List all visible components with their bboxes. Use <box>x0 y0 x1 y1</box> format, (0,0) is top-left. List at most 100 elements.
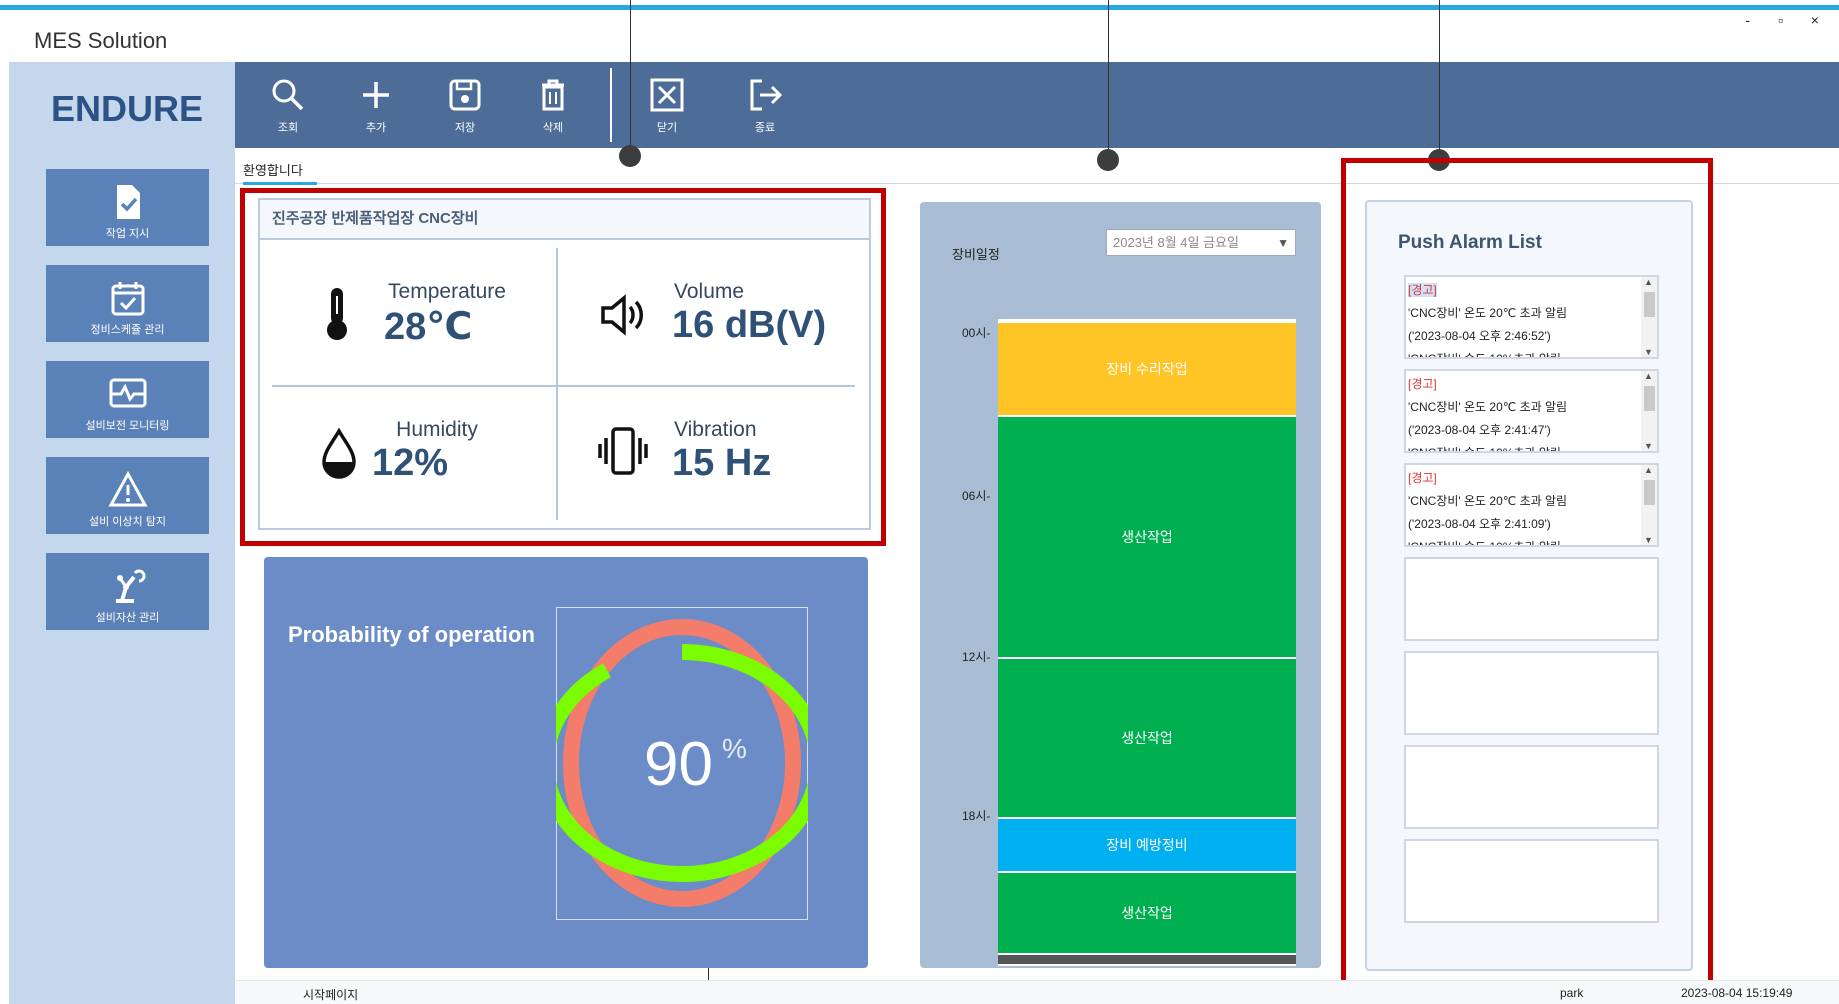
window-top-accent <box>0 5 1839 10</box>
alarm-item-empty[interactable] <box>1404 839 1659 923</box>
hour-label: 00시- <box>962 326 991 340</box>
sidebar-item-work-order[interactable]: 작업 지시 <box>46 169 209 246</box>
temperature-metric: Temperature 28℃ <box>372 280 522 349</box>
vibration-label: Vibration <box>674 418 757 441</box>
status-user: park <box>1560 986 1584 1000</box>
probability-title: Probability of operation <box>288 622 535 647</box>
warning-triangle-icon <box>107 470 148 507</box>
alarm-line: ('2023-08-04 오후 2:41:47') <box>1408 423 1551 437</box>
schedule-block-label: 생산작업 <box>1121 730 1173 746</box>
sidebar-item-label: 정비스케쥴 관리 <box>90 324 165 336</box>
scrollbar[interactable]: ▲ ▼ <box>1641 277 1657 357</box>
temperature-label: Temperature <box>388 280 506 303</box>
delete-button[interactable]: 삭제 <box>523 78 583 135</box>
calendar-check-icon <box>111 282 144 316</box>
volume-label: Volume <box>674 280 745 303</box>
exit-icon <box>750 79 783 111</box>
alarm-item-empty[interactable] <box>1404 651 1659 735</box>
alarm-item-empty[interactable] <box>1404 557 1659 641</box>
scroll-thumb[interactable] <box>1644 386 1655 411</box>
schedule-panel: 장비일정 2023년 8월 4일 금요일 ▼ 00시- 06시- 12시- 18… <box>920 202 1321 968</box>
scrollbar[interactable]: ▲ ▼ <box>1641 465 1657 545</box>
sensor-card-title: 진주공장 반제품작업장 CNC장비 <box>260 200 869 240</box>
close-button[interactable]: 닫기 <box>637 78 697 135</box>
alarm-text: [경고] 'CNC장비' 온도 20℃ 초과 알림 ('2023-08-04 오… <box>1406 277 1657 357</box>
schedule-block[interactable]: 장비 예방정비 <box>998 819 1296 871</box>
exit-button[interactable]: 종료 <box>735 78 795 135</box>
add-button[interactable]: 추가 <box>346 78 406 135</box>
sensor-card: 진주공장 반제품작업장 CNC장비 Temperature 28℃ Volume… <box>258 198 871 530</box>
hour-label: 06시- <box>962 489 991 503</box>
scrollbar[interactable]: ▲ ▼ <box>1641 371 1657 451</box>
status-bar: 시작페이지 park 2023-08-04 15:19:49 <box>235 980 1839 1004</box>
search-icon <box>272 79 304 111</box>
alarm-line: ('2023-08-04 오후 2:41:09') <box>1408 517 1551 531</box>
humidity-value: 12% <box>372 442 449 484</box>
exit-button-label: 종료 <box>754 122 776 134</box>
sidebar-item-label: 설비보전 모니터링 <box>85 420 170 432</box>
volume-metric: Volume 16 dB(V) <box>672 280 842 347</box>
callout-line <box>1439 0 1440 160</box>
schedule-block[interactable]: 생산작업 <box>998 873 1296 953</box>
trash-icon <box>542 79 564 111</box>
alarm-title: Push Alarm List <box>1398 232 1542 253</box>
sidebar-item-anomaly-detection[interactable]: 설비 이상치 탐지 <box>46 457 209 534</box>
alarm-panel: Push Alarm List [경고] 'CNC장비' 온도 20℃ 초과 알… <box>1365 200 1693 971</box>
status-time: 2023-08-04 15:19:49 <box>1681 986 1793 1000</box>
sidebar-item-maintenance-schedule[interactable]: 정비스케쥴 관리 <box>46 265 209 342</box>
chevron-up-icon: ▲ <box>1644 371 1653 381</box>
save-button[interactable]: 저장 <box>435 78 495 135</box>
sidebar-item-label: 작업 지시 <box>105 228 150 240</box>
scroll-thumb[interactable] <box>1644 292 1655 317</box>
sidebar-item-monitoring[interactable]: 설비보전 모니터링 <box>46 361 209 438</box>
sidebar-item-label: 설비자산 관리 <box>95 612 160 624</box>
alarm-item[interactable]: [경고] 'CNC장비' 온도 20℃ 초과 알림 ('2023-08-04 오… <box>1404 369 1659 453</box>
search-button-label: 조회 <box>277 122 299 134</box>
schedule-block[interactable]: 생산작업 <box>998 417 1296 657</box>
humidity-metric: Humidity 12% <box>372 418 502 485</box>
plus-icon <box>363 82 389 108</box>
alarm-item[interactable]: [경고] 'CNC장비' 온도 20℃ 초과 알림 ('2023-08-04 오… <box>1404 463 1659 547</box>
schedule-block-label: 생산작업 <box>1121 529 1173 545</box>
tab-welcome[interactable]: 환영합니다 <box>243 160 303 179</box>
callout-dot <box>619 145 641 167</box>
date-select[interactable]: 2023년 8월 4일 금요일 ▼ <box>1106 229 1296 256</box>
water-drop-icon <box>322 428 356 479</box>
alarm-item[interactable]: [경고] 'CNC장비' 온도 20℃ 초과 알림 ('2023-08-04 오… <box>1404 275 1659 359</box>
hour-label: 18시- <box>962 809 991 823</box>
alarm-tag: [경고] <box>1408 377 1437 391</box>
status-start-page[interactable]: 시작페이지 <box>303 986 358 1003</box>
toolbar: 조회 추가 저장 삭제 닫기 종료 <box>235 62 1839 148</box>
schedule-block[interactable]: 생산작업 <box>998 659 1296 817</box>
sidebar-item-label: 설비 이상치 탐지 <box>89 516 166 528</box>
schedule-block[interactable]: 장비 수리작업 <box>998 323 1296 415</box>
save-button-label: 저장 <box>454 122 476 134</box>
alarm-tag: [경고] <box>1408 471 1437 485</box>
schedule-block-label: 장비 예방정비 <box>1106 837 1188 853</box>
alarm-line: 'CNC장비' 온도 20℃ 초과 알림 <box>1408 400 1568 414</box>
window-controls[interactable]: - ▫ × <box>1745 12 1831 28</box>
sidebar-item-asset-management[interactable]: 설비자산 관리 <box>46 553 209 630</box>
add-button-label: 추가 <box>365 122 387 134</box>
callout-line <box>630 0 631 156</box>
close-box-icon <box>650 78 684 112</box>
chevron-up-icon: ▲ <box>1644 277 1653 287</box>
scroll-thumb[interactable] <box>1644 480 1655 505</box>
volume-value: 16 dB(V) <box>672 304 827 346</box>
app-logo: ENDURE <box>50 88 203 129</box>
schedule-block-label: 장비 수리작업 <box>1106 361 1188 377</box>
chevron-down-icon: ▼ <box>1644 441 1653 451</box>
alarm-item-empty[interactable] <box>1404 745 1659 829</box>
alarm-text: [경고] 'CNC장비' 온도 20℃ 초과 알림 ('2023-08-04 오… <box>1406 465 1657 545</box>
alarm-line: 'CNC장비' 온도 20℃ 초과 알림 <box>1408 306 1568 320</box>
schedule-block-label: 생산작업 <box>1121 905 1173 921</box>
toolbar-separator <box>610 68 612 142</box>
vibration-metric: Vibration 15 Hz <box>672 418 842 485</box>
chevron-down-icon: ▼ <box>1644 347 1653 357</box>
divider <box>556 248 558 520</box>
robot-arm-icon <box>115 569 145 603</box>
monitor-pulse-icon <box>109 378 146 408</box>
hour-label: 12시- <box>962 650 991 664</box>
tab-active-indicator <box>243 182 317 185</box>
search-button[interactable]: 조회 <box>258 78 318 135</box>
